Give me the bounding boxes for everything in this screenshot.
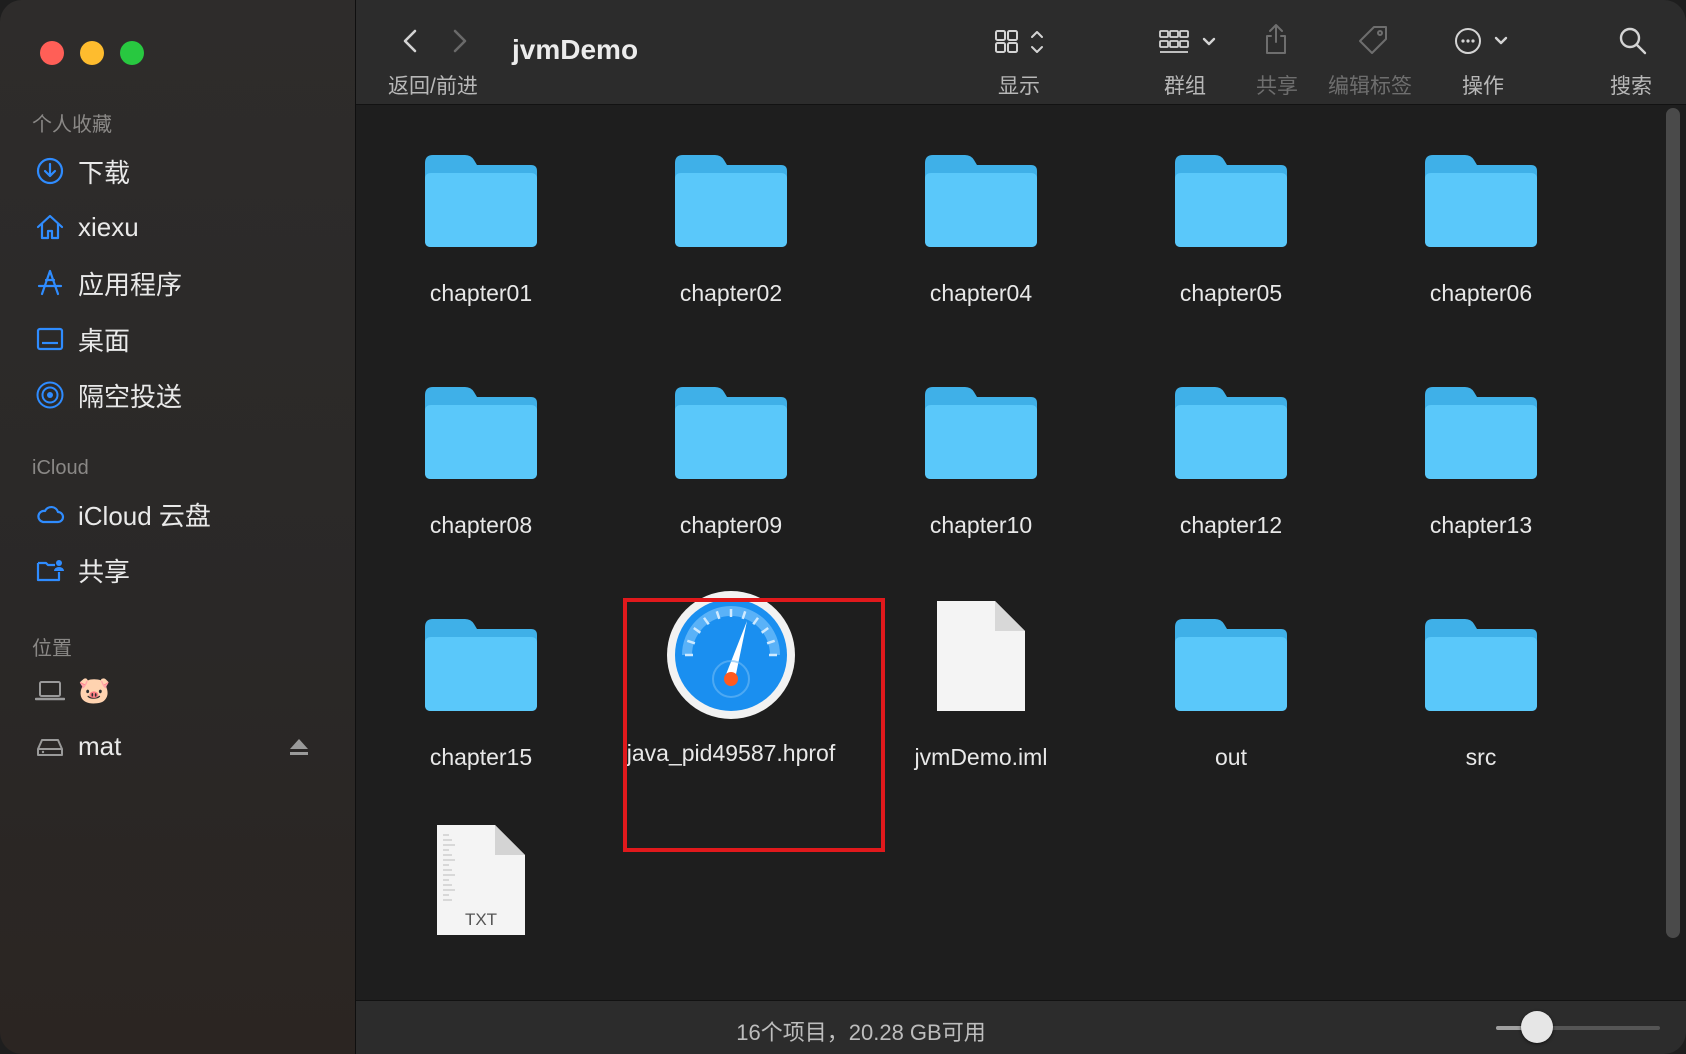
file-name: chapter05	[1179, 280, 1283, 306]
sidebar-item-label: 应用程序	[78, 269, 183, 300]
view-toggle-button[interactable]	[994, 28, 1050, 56]
folder-icon	[1421, 149, 1541, 254]
folder-icon	[671, 381, 791, 486]
search-label: 搜索	[1610, 75, 1652, 98]
action-label: 操作	[1462, 75, 1504, 98]
sidebar-item-mat-volume[interactable]: mat	[34, 724, 314, 768]
close-window-button[interactable]	[40, 41, 64, 65]
share-icon[interactable]	[1262, 22, 1290, 56]
window-title: jvmDemo	[512, 34, 639, 65]
folder-icon	[1421, 381, 1541, 486]
sidebar-item-label: 共享	[78, 556, 131, 587]
group-label: 群组	[1164, 75, 1206, 98]
status-text: 16个项目，20.28 GB可用	[736, 1020, 986, 1045]
sidebar-item-desktop[interactable]: 桌面	[34, 317, 130, 361]
file-name: chapter10	[929, 512, 1033, 538]
file-name: chapter12	[1179, 512, 1283, 538]
minimize-window-button[interactable]	[80, 41, 104, 65]
file-name: chapter01	[429, 280, 533, 306]
file-name: src	[1465, 744, 1497, 770]
folder-icon	[1421, 613, 1541, 718]
folder-icon	[921, 381, 1041, 486]
sidebar-item-label: 桌面	[78, 325, 131, 356]
file-name: out	[1215, 744, 1247, 770]
tag-icon[interactable]	[1356, 24, 1390, 56]
nav-label: 返回/前进	[388, 75, 478, 98]
folder-icon	[921, 149, 1041, 254]
sidebar-item-label: xiexu	[78, 211, 139, 242]
home-icon	[34, 211, 66, 243]
sidebar-item-downloads[interactable]: 下载	[34, 149, 130, 193]
action-button[interactable]	[1454, 26, 1516, 56]
highlight-box	[623, 598, 885, 852]
sidebar-item-label: 隔空投送	[78, 381, 183, 412]
file-grid: chapter01 chapter02 chapter04 chapter05 chap…	[356, 105, 1668, 999]
shared-folder-icon	[34, 554, 66, 586]
folder-icon	[421, 613, 541, 718]
favorites-header: 个人收藏	[32, 114, 112, 136]
folder-icon	[1171, 381, 1291, 486]
toolbar: 返回/前进 jvmDemo 显示 群组 共享 编辑标签 操作 搜索	[356, 0, 1686, 105]
txt-file-icon: TXT	[433, 821, 529, 944]
file-name: chapter06	[1429, 280, 1533, 306]
scrollbar-thumb[interactable]	[1666, 108, 1680, 938]
status-bar: 16个项目，20.28 GB可用	[356, 1000, 1686, 1054]
file-name: chapter09	[679, 512, 783, 538]
sidebar: 个人收藏 下载 xiexu 应用程序 桌面 隔空投送 iCloud iCloud…	[0, 0, 356, 1054]
eject-icon[interactable]	[288, 736, 310, 758]
sidebar-item-label: 下载	[78, 157, 131, 188]
share-label: 共享	[1256, 75, 1298, 98]
file-name: chapter15	[429, 744, 533, 770]
folder-icon	[671, 149, 791, 254]
locations-header: 位置	[32, 638, 72, 660]
folder-icon	[1171, 149, 1291, 254]
applications-icon	[34, 267, 66, 299]
file-name: jvmDemo.iml	[914, 744, 1048, 770]
folder-icon	[421, 381, 541, 486]
forward-button[interactable]	[448, 28, 470, 54]
cloud-icon	[34, 498, 66, 530]
svg-text:TXT: TXT	[465, 910, 497, 929]
slider-knob[interactable]	[1521, 1011, 1553, 1043]
sidebar-item-applications[interactable]: 应用程序	[34, 261, 182, 305]
group-button[interactable]	[1158, 28, 1224, 56]
sidebar-item-label: mat	[78, 730, 122, 761]
download-icon	[34, 155, 66, 187]
back-button[interactable]	[400, 28, 422, 54]
sidebar-item-shared[interactable]: 共享	[34, 548, 130, 592]
sidebar-item-home[interactable]: xiexu	[34, 205, 139, 249]
vertical-scrollbar[interactable]	[1664, 108, 1684, 938]
file-name: chapter08	[429, 512, 533, 538]
search-button[interactable]	[1618, 26, 1648, 56]
finder-window: 个人收藏 下载 xiexu 应用程序 桌面 隔空投送 iCloud iCloud…	[0, 0, 1686, 1054]
document-icon	[933, 597, 1029, 720]
folder-icon	[1171, 613, 1291, 718]
tags-label: 编辑标签	[1328, 75, 1412, 98]
airdrop-icon	[34, 379, 66, 411]
sidebar-item-airdrop[interactable]: 隔空投送	[34, 373, 182, 417]
laptop-icon	[34, 674, 66, 706]
sidebar-item-icloud-drive[interactable]: iCloud 云盘	[34, 492, 211, 536]
zoom-window-button[interactable]	[120, 41, 144, 65]
file-name: chapter02	[679, 280, 783, 306]
file-name: chapter04	[929, 280, 1033, 306]
icloud-header: iCloud	[32, 457, 89, 479]
folder-icon	[421, 149, 541, 254]
desktop-icon	[34, 323, 66, 355]
drive-icon	[34, 730, 66, 762]
sidebar-item-this-mac[interactable]: 🐷	[34, 668, 110, 712]
view-label: 显示	[998, 75, 1040, 98]
sidebar-item-label: iCloud 云盘	[78, 500, 211, 531]
sidebar-item-label: 🐷	[78, 674, 111, 705]
file-name: chapter13	[1429, 512, 1533, 538]
